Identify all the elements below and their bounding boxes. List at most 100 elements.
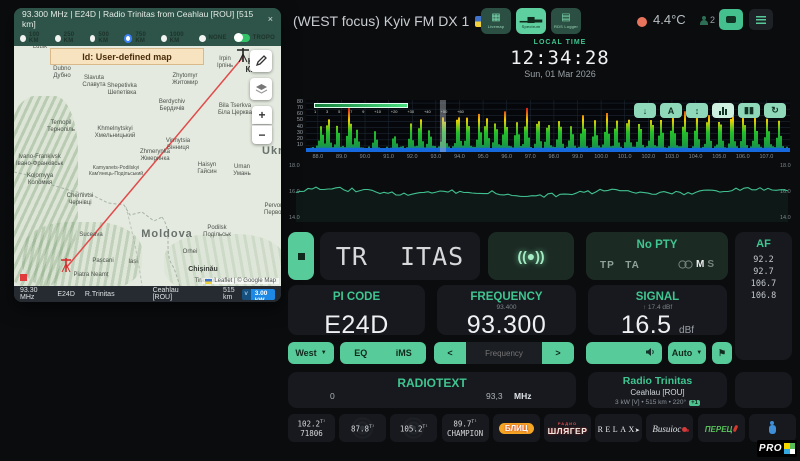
s-meter-tick: +20 [391, 109, 398, 114]
signal-panel: SIGNAL ↑ 17.4 dBf 16.5 dBf [588, 285, 727, 335]
chart-mode-button[interactable] [712, 103, 734, 118]
map-range-option[interactable]: 750 KM [124, 32, 153, 44]
freq-tick: 103.0 [665, 154, 679, 160]
clock-date: Sun, 01 Mar 2026 [490, 69, 630, 79]
ps-mode-button[interactable] [288, 232, 314, 280]
ps-panel: TR ITAS [320, 232, 480, 280]
map-zoom-out-button[interactable]: − [252, 125, 272, 144]
freq-tick: 95.0 [478, 154, 489, 160]
map-range-option[interactable]: NONE [199, 35, 227, 42]
map-city-label: Iași [128, 259, 137, 266]
hamburger-icon [756, 16, 766, 24]
db-tick: 20 [297, 136, 303, 142]
frequency-value: 93.300 [437, 312, 576, 338]
preset-button[interactable]: 102.2T¹71806 [288, 414, 335, 442]
spectrum-button[interactable]: ▁▄▂ Spectrum [516, 8, 546, 34]
chat-icon [726, 16, 736, 23]
volume-slider[interactable] [586, 342, 662, 364]
map-city-label: KhmelnytskyiХмельницький [95, 126, 135, 139]
menu-button[interactable] [749, 9, 773, 30]
map-zoom-in-button[interactable]: + [252, 106, 272, 124]
freq-tick: 98.0 [549, 154, 560, 160]
map-draw-button[interactable] [250, 50, 272, 72]
af-title: AF [735, 238, 792, 250]
af-frequency[interactable]: 92.2 [735, 254, 792, 266]
preset-button[interactable]: Busuioc [646, 414, 693, 442]
ims-toggle[interactable]: iMS [396, 348, 412, 358]
preset-button[interactable]: 89.7T¹CHAMPION [442, 414, 489, 442]
af-list: 92.292.7106.7106.8 [735, 254, 792, 302]
scroll-down-button[interactable]: ↓ [634, 103, 656, 118]
rds-logger-button[interactable]: ▤ RDS Logger [551, 8, 581, 34]
frequency-panel[interactable]: FREQUENCY 93.400 93.300 [437, 285, 576, 335]
pause-button[interactable]: ▮▮ [738, 103, 760, 118]
s-meter-tick: 1 [314, 109, 316, 114]
refresh-button[interactable]: ↻ [764, 103, 786, 118]
map-canvas[interactable]: Id: User-defined map LutskDubnoДубноSlav… [14, 46, 281, 286]
preset-button[interactable]: 105.2T¹ [390, 414, 437, 442]
preset-button[interactable]: РАДИОШЛЯГЕР [544, 414, 591, 442]
map-icon: ▦ [491, 13, 500, 23]
spectrum-icon: ▁▄▂ [520, 13, 542, 23]
fit-vertical-button[interactable]: ↕ [686, 103, 708, 118]
map-legend: 100 KM 250 KM 500 KM 750 KM 1000 KM NONE TROPO [14, 30, 281, 46]
af-frequency[interactable]: 92.7 [735, 266, 792, 278]
tropo-label: TROPO [253, 35, 275, 41]
bandwidth-select[interactable]: Auto▼ [668, 342, 706, 364]
radio-button-icon [55, 35, 61, 42]
blits-logo: БЛИЦ [499, 423, 534, 434]
info-ps: R.Trinitas [85, 291, 115, 298]
radio-button-icon [124, 34, 132, 43]
auto-range-button[interactable]: A [660, 103, 682, 118]
pty-value: No PTY [586, 239, 728, 251]
signal-history-chart [296, 166, 788, 222]
map-city-label: ZhmerynkaЖмеринка [140, 149, 170, 162]
radio-button-icon [90, 35, 96, 42]
map-layers-button[interactable] [250, 78, 272, 100]
tx-ceahlau-marker [61, 258, 71, 272]
map-close-button[interactable]: × [268, 14, 273, 24]
server-title-row[interactable]: (WEST focus) Kyiv FM DX 1 ▼ [293, 13, 507, 29]
map-range-option[interactable]: 250 KM [55, 32, 83, 44]
preset-button[interactable] [749, 414, 796, 442]
freq-tick: 105.0 [712, 154, 726, 160]
tune-up-button[interactable]: > [542, 342, 574, 364]
freq-tick: 104.0 [689, 154, 703, 160]
map-range-option[interactable]: 100 KM [20, 32, 48, 44]
map-range-option[interactable]: 1000 KM [161, 32, 192, 44]
freq-tick: 92.0 [407, 154, 418, 160]
speaker-icon [645, 347, 656, 359]
tropo-toggle[interactable]: TROPO [234, 34, 275, 42]
ms-music-flag: M [696, 259, 704, 270]
pty-panel: No PTY TP TA MS [586, 232, 728, 280]
preset-button[interactable]: RELAX➤ [595, 414, 642, 442]
af-frequency[interactable]: 106.7 [735, 278, 792, 290]
antenna-select[interactable]: West▼ [288, 342, 334, 364]
spectrum-toolbar: ↓ A ↕ ▮▮ ↻ [634, 103, 786, 118]
s-meter-tick: +50 [441, 109, 448, 114]
preset-button[interactable]: 87.8T¹ [339, 414, 386, 442]
af-frequency[interactable]: 106.8 [735, 290, 792, 302]
db-tick: 10 [297, 142, 303, 148]
preset-button[interactable]: ПЕРЕЦ [698, 414, 745, 442]
range-label: 100 KM [29, 32, 48, 44]
db-tick: 50 [297, 117, 303, 123]
ps-text: TR ITAS [336, 242, 464, 271]
s-meter-tick: +10 [374, 109, 381, 114]
map-city-label: ZhytomyrЖитомир [172, 73, 198, 86]
frequency-input[interactable] [466, 342, 542, 364]
signal-unit-selector[interactable]: dBf [679, 325, 694, 336]
preset-button[interactable]: БЛИЦ [493, 414, 540, 442]
map-city-label: Suceava [79, 232, 102, 239]
tune-down-button[interactable]: < [434, 342, 466, 364]
spectrum-x-axis: 88.089.090.091.092.093.094.095.096.097.0… [306, 154, 790, 162]
livemap-button[interactable]: ▦ Livemap [481, 8, 511, 34]
map-panel: 93.300 MHz | E24D | Radio Trinitas from … [14, 8, 281, 302]
s-meter-tick: 7 [350, 109, 352, 114]
map-range-option[interactable]: 500 KM [90, 32, 118, 44]
flag-button[interactable]: ⚑ [712, 342, 732, 364]
spectrum-plot[interactable]: 13579+10+20+30+40+50+60 ↓A↕▮▮↻ [306, 100, 790, 152]
eq-toggle[interactable]: EQ [354, 348, 367, 358]
chat-button[interactable] [719, 9, 743, 30]
erp-badge: v 3.00 kW [242, 289, 276, 300]
